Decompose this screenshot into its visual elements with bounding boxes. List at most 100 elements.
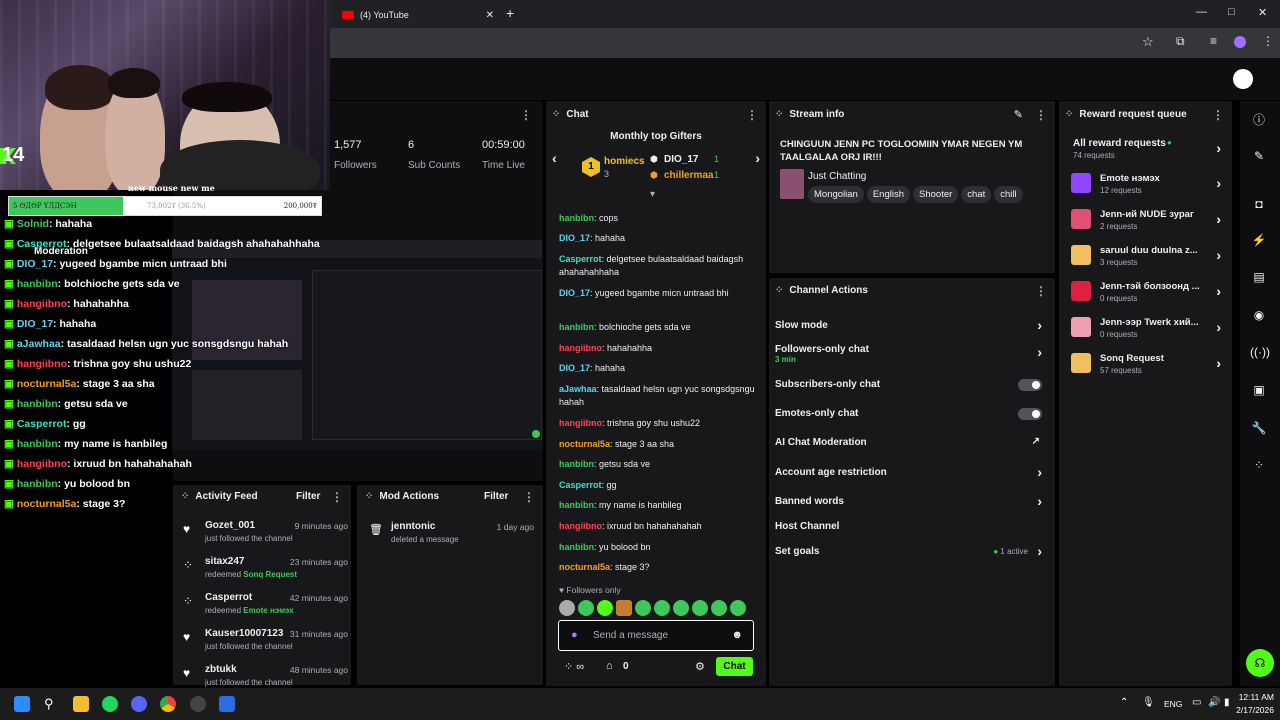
media-icon[interactable]: ≡ (1210, 34, 1217, 48)
clock-date[interactable]: 2/17/2026 (1226, 705, 1274, 715)
activity-more-icon[interactable]: ⋮ (331, 490, 343, 504)
chat-bubble-icon[interactable]: ◉ (1250, 306, 1268, 324)
chat-message[interactable]: hangiibno: trishna goy shu ushu22 (559, 417, 755, 430)
tray-chevron-icon[interactable]: ⌃ (1120, 697, 1128, 708)
app-icon[interactable] (219, 696, 235, 712)
chat-message[interactable]: hangiibno: hahahahha (559, 342, 755, 355)
gifters-prev-button[interactable]: ‹ (552, 150, 557, 166)
chat-message[interactable]: hangiibno: ixruud bn hahahahahah (559, 520, 755, 533)
banned-words-row[interactable]: Banned words › (775, 493, 1050, 509)
chat-message[interactable]: hanbibn: bolchioche gets sda ve (559, 321, 755, 334)
emotes-only-toggle[interactable] (1018, 408, 1042, 420)
chat-username[interactable]: hanbibn (559, 213, 594, 223)
emote-icon[interactable] (578, 600, 594, 616)
reward-more-icon[interactable]: ⋮ (1212, 108, 1224, 122)
windows-start-icon[interactable] (14, 696, 30, 712)
chat-message[interactable]: DIO_17: hahaha (559, 362, 755, 375)
chat-username[interactable]: hanbibn (559, 322, 594, 332)
mod-filter-button[interactable]: Filter (484, 491, 508, 502)
close-window-button[interactable]: ✕ (1258, 6, 1267, 19)
mod-more-icon[interactable]: ⋮ (523, 490, 535, 504)
activity-username[interactable]: Gozet_001 (205, 520, 255, 531)
reward-item[interactable]: Jenn-ий NUDE зураг 2 requests › (1071, 209, 1221, 235)
extensions-icon[interactable]: ⧉ (1176, 34, 1185, 49)
chat-settings-gear-icon[interactable]: ⚙ (695, 660, 705, 673)
channel-actions-more-icon[interactable]: ⋮ (1035, 284, 1047, 298)
chat-username[interactable]: Casperrot (559, 254, 602, 264)
stats-more-icon[interactable]: ⋮ (520, 108, 532, 122)
chat-username[interactable]: DIO_17 (559, 363, 590, 373)
chat-username[interactable]: hanbibn (559, 500, 594, 510)
chat-username[interactable]: nocturnal5a (559, 439, 610, 449)
chat-username[interactable]: hanbibn (559, 459, 594, 469)
chat-message[interactable]: aJawhaa: tasaldaad helsn ugn yuc songsdg… (559, 383, 755, 409)
chat-username[interactable]: hangiibno (559, 521, 602, 531)
emotes-only-row[interactable]: Emotes-only chat (775, 408, 1050, 420)
chat-message[interactable]: hanbibn: my name is hanbileg (559, 499, 755, 512)
user-avatar[interactable] (1233, 69, 1253, 89)
browser-menu-icon[interactable]: ⋮ (1262, 34, 1274, 48)
chat-username[interactable]: hangiibno (559, 343, 602, 353)
emote-icon[interactable] (711, 600, 727, 616)
drag-handle-icon[interactable]: ⁘ (1065, 109, 1073, 120)
emote-icon[interactable] (597, 600, 613, 616)
chat-username[interactable]: hangiibno (559, 418, 602, 428)
activity-username[interactable]: zbtukk (205, 664, 237, 675)
reward-item[interactable]: Sonq Request 57 requests › (1071, 353, 1221, 379)
emote-icon[interactable] (730, 600, 746, 616)
activity-username[interactable]: Kauser10007123 (205, 628, 283, 639)
microphone-icon[interactable]: ● (571, 629, 578, 641)
followers-only-row[interactable]: Followers-only chat 3 min › (775, 344, 1050, 364)
document-icon[interactable]: ▤ (1250, 268, 1268, 286)
reward-item[interactable]: Emote нэмэх 12 requests › (1071, 173, 1221, 199)
info-icon[interactable]: ⓘ (1250, 111, 1268, 129)
activity-filter-button[interactable]: Filter (296, 491, 320, 502)
lightning-icon[interactable]: ⚡ (1250, 231, 1268, 249)
chat-message[interactable]: nocturnal5a: stage 3? (559, 561, 755, 574)
microphone-tray-icon[interactable]: 🎙 (1142, 697, 1155, 708)
obs-icon[interactable] (190, 696, 206, 712)
expand-gifters-icon[interactable]: ▾ (650, 189, 655, 200)
points-icon[interactable]: ⁘ ∞ (564, 660, 584, 673)
chat-message[interactable]: hanbibn: yu bolood bn (559, 541, 755, 554)
stream-info-more-icon[interactable]: ⋮ (1035, 108, 1047, 122)
drag-handle-icon[interactable]: ⁘ (775, 285, 783, 296)
drag-handle-icon[interactable]: ⁘ (552, 109, 560, 120)
emote-icon[interactable] (559, 600, 575, 616)
file-explorer-icon[interactable] (73, 696, 89, 712)
emote-icon[interactable] (673, 600, 689, 616)
search-icon[interactable]: ⚲ (44, 696, 60, 712)
wrench-icon[interactable]: 🔧 (1250, 419, 1268, 437)
tab-close-icon[interactable]: ✕ (486, 10, 494, 21)
chat-username[interactable]: DIO_17 (559, 233, 590, 243)
reward-item[interactable]: Jenn-тэй болзоонд ... 0 requests › (1071, 281, 1221, 307)
send-chat-button[interactable]: Chat (716, 657, 753, 676)
profile-avatar[interactable] (1234, 36, 1246, 48)
drag-handle-icon[interactable]: ⁘ (775, 109, 783, 120)
chat-message[interactable]: Casperrot: delgetsee bulaatsaldaad baida… (559, 253, 755, 279)
emote-icon[interactable] (616, 600, 632, 616)
chat-message[interactable]: Casperrot: gg (559, 479, 755, 492)
chat-username[interactable]: nocturnal5a (559, 562, 610, 572)
spotify-icon[interactable] (102, 696, 118, 712)
emote-icon[interactable] (654, 600, 670, 616)
browser-tab[interactable]: (4) YouTube ✕ (342, 4, 502, 26)
chat-username[interactable]: aJawhaa (559, 384, 597, 394)
store-icon[interactable]: ⌂ (606, 660, 613, 672)
minimize-button[interactable]: — (1196, 6, 1207, 18)
all-rewards-row[interactable]: All reward requests ● 74 requests › (1071, 138, 1221, 162)
chrome-icon[interactable] (160, 696, 176, 712)
emoji-icon[interactable]: ☻ (731, 629, 743, 641)
set-goals-row[interactable]: Set goals ● 1 active › (775, 543, 1050, 559)
emote-icon[interactable] (635, 600, 651, 616)
network-icon[interactable]: ▭ (1192, 697, 1201, 708)
new-tab-button[interactable]: + (506, 5, 514, 21)
chat-message[interactable]: hanbibn: cops (559, 212, 755, 225)
host-channel-row[interactable]: Host Channel (775, 521, 1050, 532)
chat-message[interactable]: DIO_17: hahaha (559, 232, 755, 245)
points-icon[interactable]: ⁘ (1250, 456, 1268, 474)
drag-handle-icon[interactable]: ⁘ (365, 491, 373, 502)
language-indicator[interactable]: ENG (1164, 699, 1182, 709)
chat-message[interactable]: nocturnal5a: stage 3 aa sha (559, 438, 755, 451)
broadcast-icon[interactable]: ((·)) (1250, 343, 1270, 361)
